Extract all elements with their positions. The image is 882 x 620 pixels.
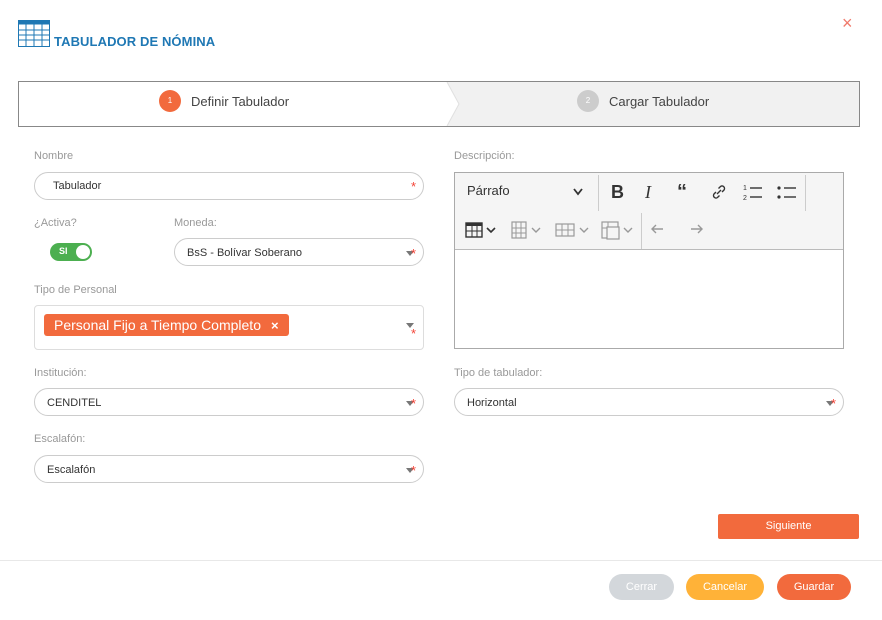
toggle-knob bbox=[76, 245, 90, 259]
tipo-personal-tag: Personal Fijo a Tiempo Completo × bbox=[44, 314, 289, 336]
required-mark: * bbox=[410, 463, 416, 478]
step-2-number: 2 bbox=[577, 90, 599, 112]
escalafon-label: Escalafón: bbox=[34, 433, 86, 445]
nombre-input[interactable]: Tabulador * bbox=[34, 172, 424, 200]
wizard-steps: 1 Definir Tabulador 2 Cargar Tabulador bbox=[18, 81, 860, 127]
italic-icon[interactable]: I bbox=[645, 182, 651, 203]
escalafon-select[interactable]: Escalafón * bbox=[34, 455, 424, 483]
moneda-value: BsS - Bolívar Soberano bbox=[187, 247, 302, 259]
tag-remove-icon[interactable]: × bbox=[271, 318, 279, 333]
footer-divider bbox=[0, 560, 882, 561]
guardar-button[interactable]: Guardar bbox=[777, 574, 851, 600]
required-mark: * bbox=[410, 396, 416, 411]
paragraph-format-select[interactable]: Párrafo bbox=[467, 183, 510, 198]
page-title: TABULADOR DE NÓMINA bbox=[54, 34, 216, 49]
moneda-label: Moneda: bbox=[174, 217, 217, 229]
cancelar-button[interactable]: Cancelar bbox=[686, 574, 764, 600]
nombre-value: Tabulador bbox=[53, 180, 102, 192]
descripcion-label: Descripción: bbox=[454, 150, 515, 162]
activa-label: ¿Activa? bbox=[34, 217, 77, 229]
table-grid-icon bbox=[18, 20, 50, 47]
nombre-label: Nombre bbox=[34, 150, 74, 162]
close-icon[interactable]: × bbox=[842, 14, 853, 32]
bulleted-list-icon[interactable] bbox=[777, 183, 797, 201]
blockquote-icon[interactable]: “ bbox=[677, 181, 687, 204]
tipo-personal-label: Tipo de Personal bbox=[34, 284, 117, 296]
required-mark: * bbox=[830, 396, 836, 411]
step-2-label[interactable]: Cargar Tabulador bbox=[609, 94, 709, 109]
cerrar-button[interactable]: Cerrar bbox=[609, 574, 674, 600]
toggle-text: SI bbox=[59, 246, 68, 256]
step-1-label: Definir Tabulador bbox=[191, 94, 290, 109]
step-1-number: 1 bbox=[159, 90, 181, 112]
table-row-icon[interactable] bbox=[555, 221, 591, 239]
institucion-select[interactable]: CENDITEL * bbox=[34, 388, 424, 416]
numbered-list-icon[interactable]: 12 bbox=[743, 183, 763, 201]
required-mark: * bbox=[410, 246, 416, 261]
moneda-select[interactable]: BsS - Bolívar Soberano * bbox=[174, 238, 424, 266]
table-column-icon[interactable] bbox=[511, 221, 543, 239]
activa-toggle[interactable]: SI bbox=[50, 243, 92, 261]
merge-cells-icon[interactable] bbox=[601, 221, 635, 241]
descripcion-editor[interactable]: Párrafo B I “ 12 bbox=[454, 172, 844, 349]
institucion-value: CENDITEL bbox=[47, 397, 102, 409]
step-divider-arrow bbox=[431, 82, 460, 126]
escalafon-value: Escalafón bbox=[47, 464, 96, 476]
chevron-down-icon[interactable] bbox=[573, 188, 583, 196]
tag-label: Personal Fijo a Tiempo Completo bbox=[54, 317, 261, 333]
tipo-tabulador-value: Horizontal bbox=[467, 397, 517, 409]
undo-icon[interactable] bbox=[651, 222, 669, 236]
editor-toolbar: Párrafo B I “ 12 bbox=[455, 173, 843, 250]
required-mark: * bbox=[410, 326, 416, 341]
required-mark: * bbox=[410, 179, 416, 194]
bold-icon[interactable]: B bbox=[611, 182, 624, 203]
tipo-tabulador-label: Tipo de tabulador: bbox=[454, 367, 543, 379]
tipo-tabulador-select[interactable]: Horizontal * bbox=[454, 388, 844, 416]
siguiente-button[interactable]: Siguiente bbox=[718, 514, 859, 539]
insert-table-icon[interactable] bbox=[465, 222, 497, 238]
svg-text:2: 2 bbox=[743, 195, 747, 201]
institucion-label: Institución: bbox=[34, 367, 87, 379]
link-icon[interactable] bbox=[711, 184, 727, 200]
svg-text:1: 1 bbox=[743, 185, 747, 192]
redo-icon[interactable] bbox=[685, 222, 703, 236]
